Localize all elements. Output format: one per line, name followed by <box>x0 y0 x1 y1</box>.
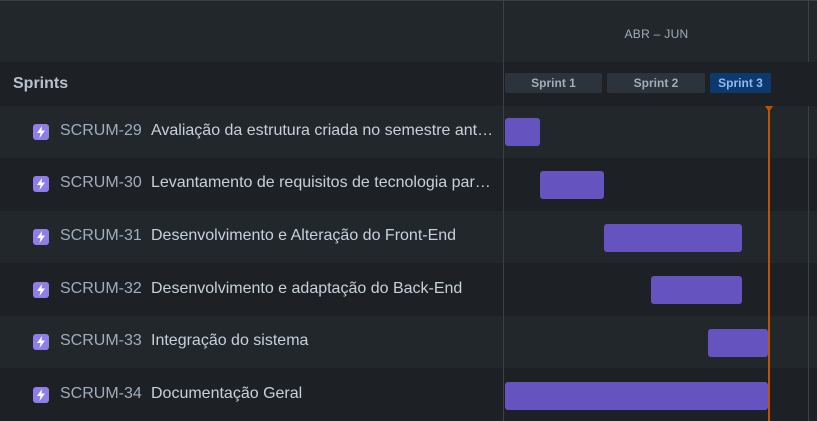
schedule-bar-scrum-32[interactable] <box>651 276 742 304</box>
sprint-chip-3[interactable]: Sprint 3 <box>710 73 771 93</box>
issue-key[interactable]: SCRUM-31 <box>60 227 142 245</box>
period-label: ABR – JUN <box>624 27 689 41</box>
issue-summary[interactable]: Documentação Geral <box>151 385 496 403</box>
issue-summary[interactable]: Avaliação da estrutura criada no semestr… <box>151 122 496 140</box>
timeline-row <box>504 316 817 368</box>
schedule-bar-scrum-34[interactable] <box>505 382 768 410</box>
issue-key[interactable]: SCRUM-30 <box>60 174 142 192</box>
epic-lightning-icon <box>33 176 49 192</box>
issue-key[interactable]: SCRUM-34 <box>60 385 142 403</box>
issue-row-scrum-29[interactable]: SCRUM-29 Avaliação da estrutura criada n… <box>0 106 503 158</box>
issue-key[interactable]: SCRUM-33 <box>60 332 142 350</box>
issue-row-scrum-33[interactable]: SCRUM-33 Integração do sistema <box>0 316 503 368</box>
epic-lightning-icon <box>33 282 49 298</box>
timeline-row <box>504 106 817 158</box>
schedule-bar-scrum-30[interactable] <box>540 171 604 199</box>
epic-lightning-icon <box>33 124 49 140</box>
issue-row-scrum-30[interactable]: SCRUM-30 Levantamento de requisitos de t… <box>0 158 503 210</box>
timeline-grid-line <box>808 106 809 421</box>
schedule-bar-scrum-33[interactable] <box>708 329 768 357</box>
schedule-bar-scrum-31[interactable] <box>604 224 742 252</box>
sprint-chip-1[interactable]: Sprint 1 <box>505 73 602 93</box>
issue-summary[interactable]: Desenvolvimento e adaptação do Back-End <box>151 280 496 298</box>
sprints-header: Sprints <box>0 62 503 106</box>
issue-row-scrum-31[interactable]: SCRUM-31 Desenvolvimento e Alteração do … <box>0 211 503 263</box>
sprint-chip-2[interactable]: Sprint 2 <box>607 73 705 93</box>
today-line <box>768 106 770 421</box>
issue-key[interactable]: SCRUM-32 <box>60 280 142 298</box>
issue-summary[interactable]: Integração do sistema <box>151 332 496 350</box>
timeline-period-header: ABR – JUN <box>504 0 817 62</box>
sprints-title: Sprints <box>13 75 69 92</box>
today-marker <box>765 106 773 112</box>
issue-key[interactable]: SCRUM-29 <box>60 122 142 140</box>
issue-row-scrum-32[interactable]: SCRUM-32 Desenvolvimento e adaptação do … <box>0 264 503 316</box>
epic-lightning-icon <box>33 334 49 350</box>
epic-lightning-icon <box>33 229 49 245</box>
issue-summary[interactable]: Desenvolvimento e Alteração do Front-End <box>151 227 496 245</box>
schedule-bar-scrum-29[interactable] <box>505 118 540 146</box>
epic-lightning-icon <box>33 387 49 403</box>
issue-row-scrum-34[interactable]: SCRUM-34 Documentação Geral <box>0 369 503 421</box>
issue-summary[interactable]: Levantamento de requisitos de tecnologia… <box>151 174 496 192</box>
list-header-spacer <box>0 0 503 62</box>
